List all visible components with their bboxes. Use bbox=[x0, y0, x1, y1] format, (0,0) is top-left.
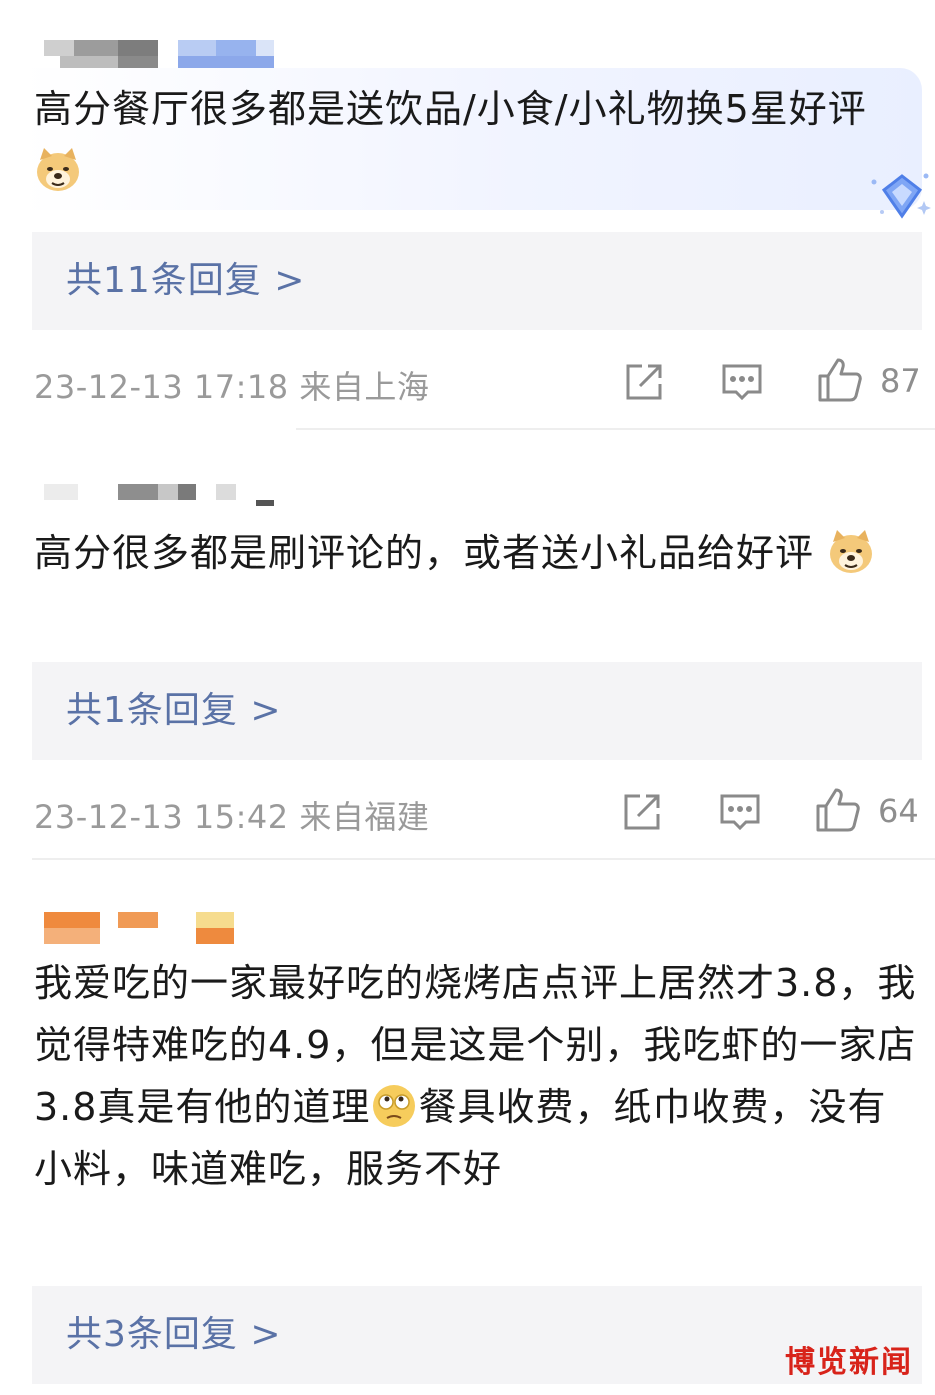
doge-emoji-icon bbox=[827, 528, 875, 576]
comment-icon[interactable] bbox=[718, 790, 762, 838]
comment-text: 我爱吃的一家最好吃的烧烤店点评上居然才3.8，我觉得特难吃的4.9，但是这是个别… bbox=[34, 952, 924, 1200]
doge-emoji-icon bbox=[34, 146, 82, 194]
like-thumb-icon[interactable] bbox=[814, 786, 862, 838]
comment-icon[interactable] bbox=[720, 360, 764, 408]
speechless-emoji-icon bbox=[370, 1082, 418, 1130]
divider bbox=[32, 858, 935, 860]
like-count: 87 bbox=[880, 362, 921, 400]
comment-meta: 23-12-13 17:18 来自上海 87 bbox=[34, 356, 924, 406]
comment-meta: 23-12-13 15:42 来自福建 64 bbox=[34, 786, 924, 836]
timestamp-location: 23-12-13 17:18 来自上海 bbox=[34, 368, 430, 406]
replies-box[interactable]: 共11条回复 > bbox=[32, 232, 922, 330]
comment-text-body: 高分餐厅很多都是送饮品/小食/小礼物换5星好评 bbox=[34, 87, 867, 131]
comment-text-body: 高分很多都是刷评论的，或者送小礼品给好评 bbox=[34, 531, 815, 575]
comment-text: 高分餐厅很多都是送饮品/小食/小礼物换5星好评 bbox=[34, 78, 924, 202]
share-icon[interactable] bbox=[620, 790, 664, 838]
share-icon[interactable] bbox=[622, 360, 666, 408]
timestamp-location: 23-12-13 15:42 来自福建 bbox=[34, 798, 430, 836]
like-thumb-icon[interactable] bbox=[816, 356, 864, 408]
comment-text: 高分很多都是刷评论的，或者送小礼品给好评 bbox=[34, 522, 924, 584]
view-replies-link[interactable]: 共1条回复 > bbox=[66, 688, 282, 734]
view-replies-link[interactable]: 共11条回复 > bbox=[66, 258, 305, 304]
view-replies-link[interactable]: 共3条回复 > bbox=[66, 1312, 282, 1358]
like-count: 64 bbox=[878, 792, 919, 830]
watermark-logo: 博览新闻 bbox=[785, 1345, 913, 1380]
replies-box[interactable]: 共1条回复 > bbox=[32, 662, 922, 760]
divider bbox=[296, 428, 935, 430]
